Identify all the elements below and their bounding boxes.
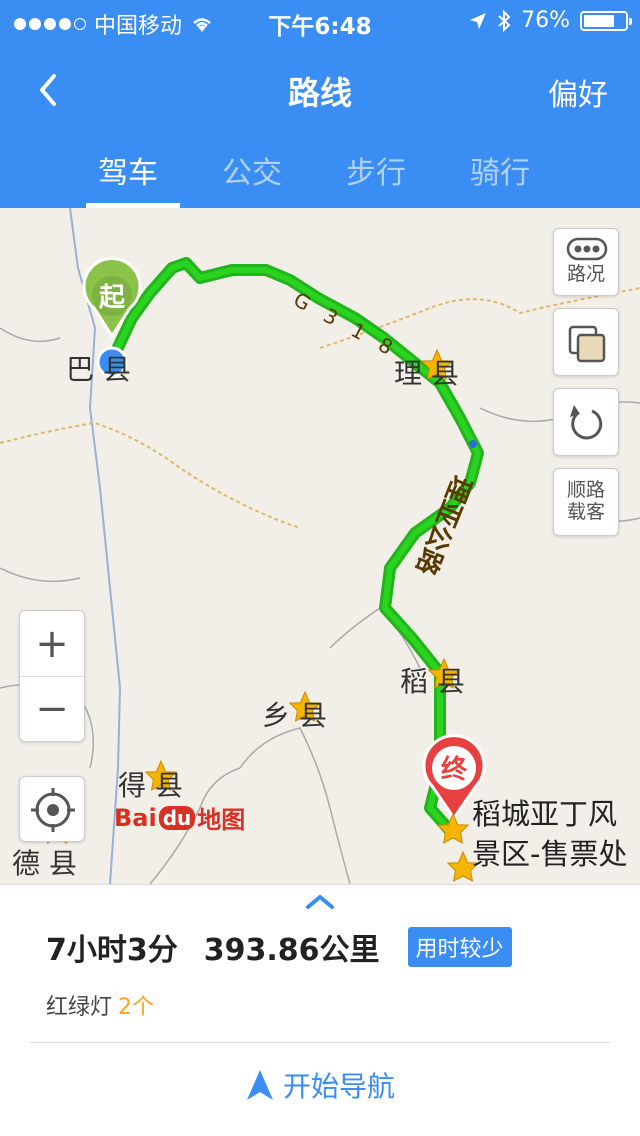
bluetooth-icon (498, 9, 511, 32)
start-navigation-label: 开始导航 (282, 1070, 395, 1103)
tab-transit[interactable]: 公交 (190, 140, 314, 208)
layers-button[interactable] (553, 308, 619, 376)
route-map[interactable]: G 3 1 8 理亚公路 起 终 巴 县 理 县 稻 县 乡 县 得 县 德 县… (0, 208, 640, 884)
refresh-button[interactable] (553, 388, 619, 456)
crosshair-icon (31, 788, 75, 832)
traffic-lights-info: 红绿灯 2个 (46, 989, 154, 1021)
nav-bar: 路线 偏好 (0, 50, 640, 130)
start-navigation-button[interactable]: 开始导航 (0, 1065, 640, 1105)
zoom-in-button[interactable]: + (20, 611, 84, 677)
top-header: 中国移动 下午6:48 76% 路线 偏好 驾车 公交 步行 骑行 (0, 0, 640, 208)
svg-text:终: 终 (441, 754, 468, 785)
place-xiangcheng: 乡 县 (262, 699, 327, 732)
traffic-lights-label: 红绿灯 (46, 995, 113, 1020)
traffic-label: 路况 (566, 263, 605, 285)
route-duration: 7小时3分 (46, 933, 178, 968)
carpool-label: 顺路载客 (566, 479, 605, 523)
zoom-out-button[interactable]: − (20, 677, 84, 741)
place-litang: 理 县 (394, 357, 459, 390)
route-info: 7小时3分 393.86公里 用时较少 (46, 925, 512, 969)
locate-button[interactable] (19, 776, 85, 842)
status-right: 76% (469, 8, 632, 33)
map-canvas: G 3 1 8 理亚公路 起 终 (0, 208, 640, 884)
page-title: 路线 (287, 74, 352, 112)
place-daocheng: 稻 县 (400, 665, 465, 698)
route-tag-badge: 用时较少 (407, 927, 512, 967)
navigation-arrow-icon (246, 1070, 273, 1100)
baidu-map-logo: Bai du 地图 (114, 803, 246, 835)
tab-walk[interactable]: 步行 (314, 140, 438, 208)
traffic-lights-count: 2个 (118, 995, 155, 1020)
preferences-button[interactable]: 偏好 (548, 70, 608, 114)
paw-icon: du (158, 805, 196, 830)
tab-bike[interactable]: 骑行 (438, 140, 562, 208)
svg-text:起: 起 (99, 283, 126, 313)
place-batang: 巴 县 (66, 353, 131, 386)
traffic-icon (566, 237, 608, 261)
route-distance: 393.86公里 (203, 933, 380, 968)
transport-tabs: 驾车 公交 步行 骑行 (0, 140, 640, 208)
road-label-g318: G 3 1 8 (290, 287, 403, 362)
traffic-button[interactable]: 路况 (553, 228, 619, 296)
battery-percent: 76% (521, 8, 570, 33)
refresh-icon (570, 405, 603, 440)
battery-icon (580, 10, 632, 31)
status-bar: 中国移动 下午6:48 76% (0, 0, 640, 40)
place-deqin: 德 县 (12, 847, 77, 880)
destination-label[interactable]: 稻城亚丁风景区-售票处 (472, 794, 640, 874)
divider (30, 1042, 610, 1043)
tab-drive[interactable]: 驾车 (66, 140, 190, 208)
location-arrow-icon (470, 12, 487, 29)
layers-icon (568, 325, 606, 363)
place-derong: 得 县 (118, 769, 183, 802)
carpool-button[interactable]: 顺路载客 (553, 468, 619, 536)
zoom-control: + − (19, 610, 85, 742)
chevron-up-icon[interactable] (304, 893, 336, 911)
route-summary-panel: 7小时3分 393.86公里 用时较少 红绿灯 2个 开始导航 (0, 884, 640, 1136)
